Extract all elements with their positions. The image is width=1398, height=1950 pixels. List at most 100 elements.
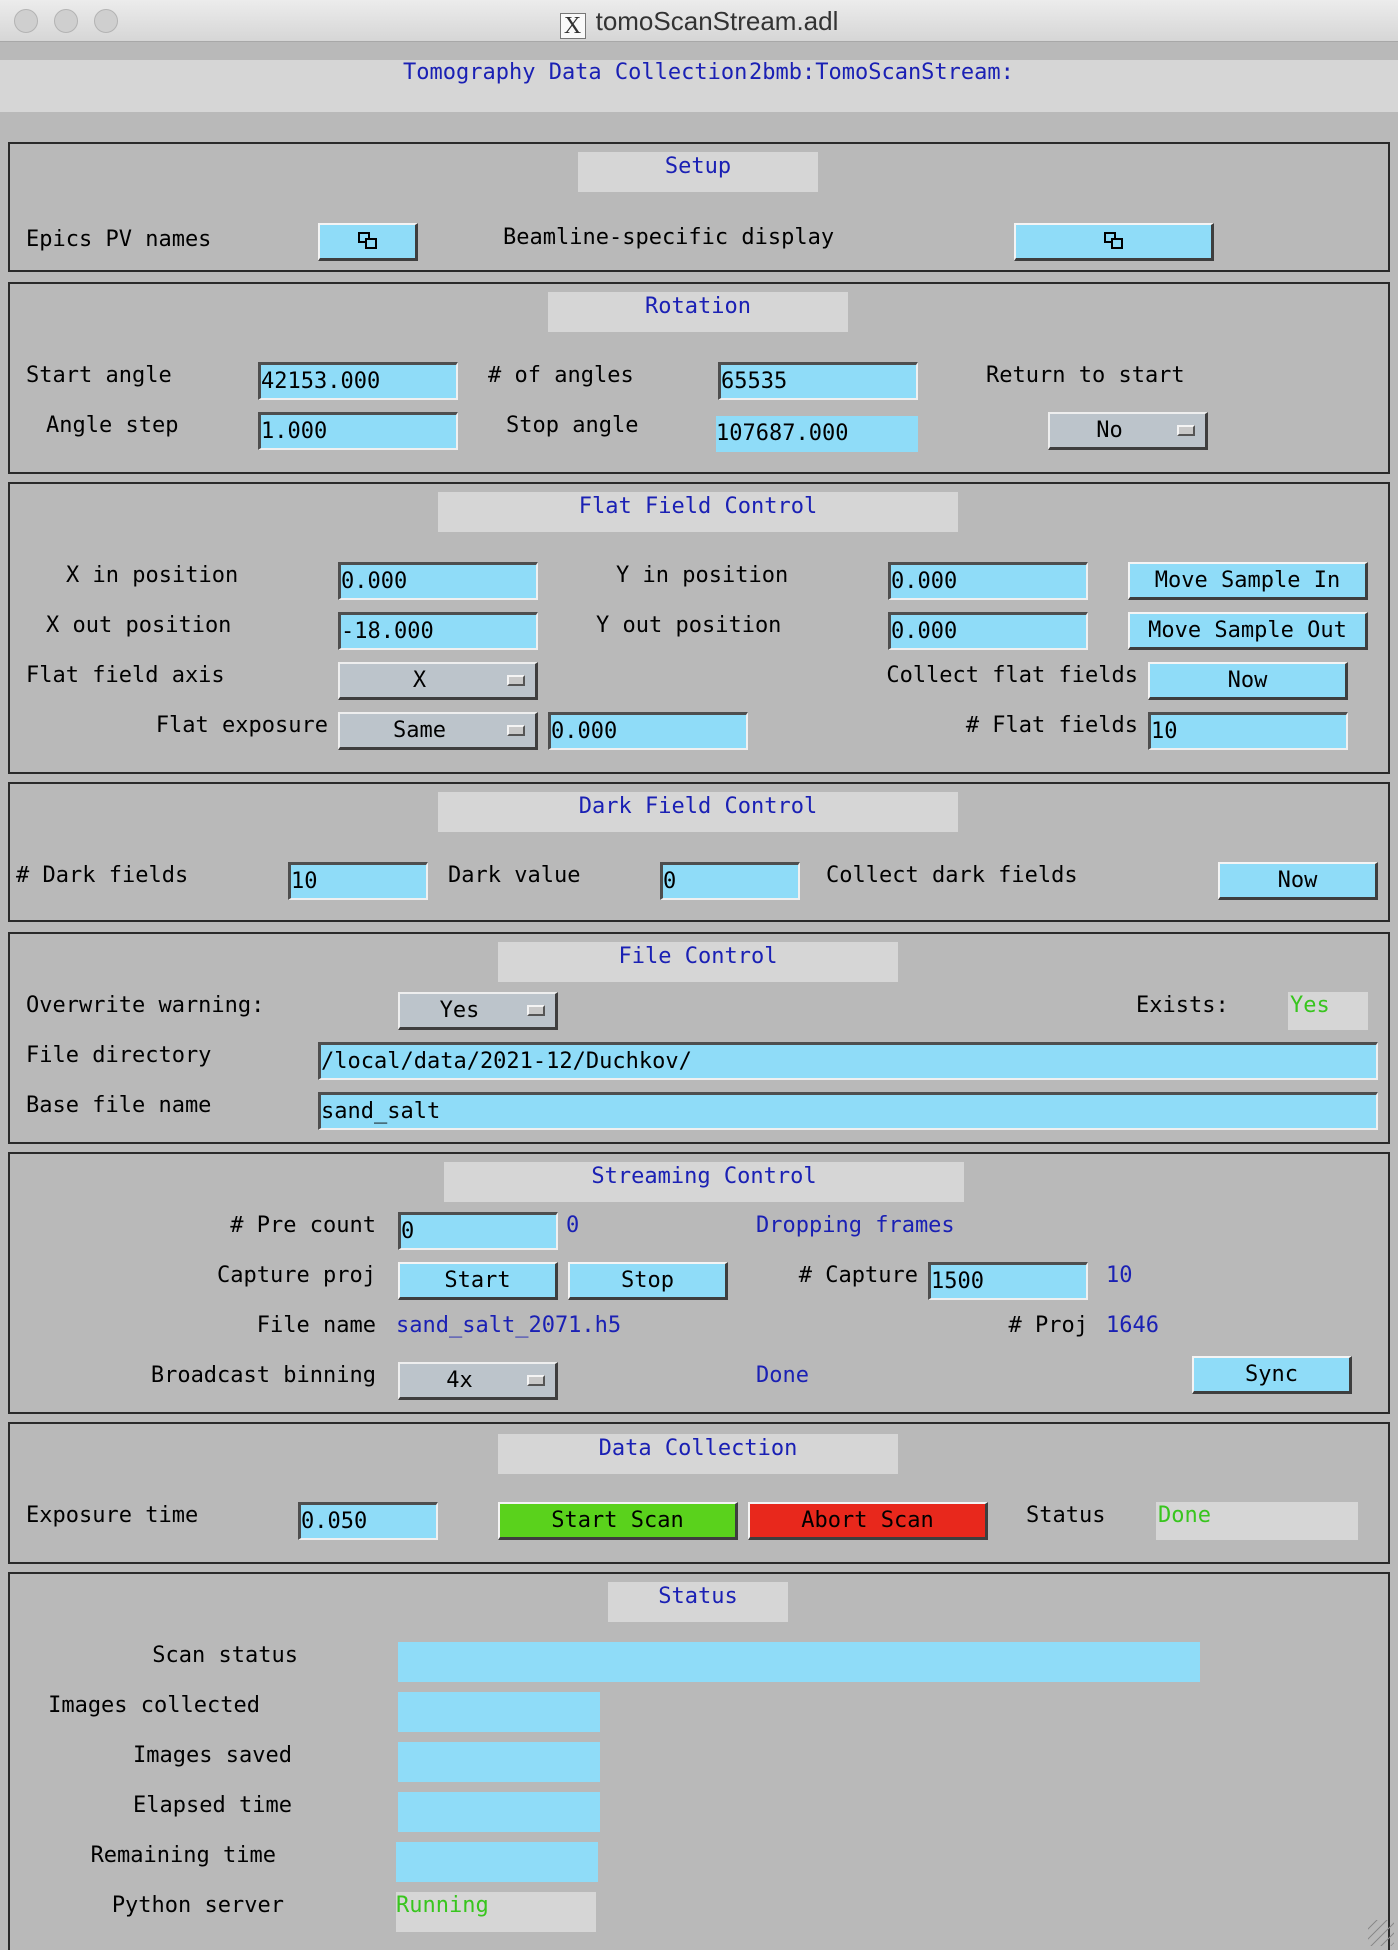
return-to-start-label: Return to start (986, 363, 1185, 388)
elapsed-time-readback (398, 1792, 600, 1832)
x-out-input[interactable]: -18.000 (338, 612, 538, 650)
exposure-time-label: Exposure time (26, 1503, 199, 1528)
precount-input[interactable]: 0 (398, 1212, 558, 1250)
related-display-icon (1103, 232, 1124, 250)
y-out-label: Y out position (596, 613, 782, 638)
flat-axis-menu[interactable]: X (338, 662, 538, 700)
related-display-icon (357, 232, 378, 250)
x-in-input[interactable]: 0.000 (338, 562, 538, 600)
broadcast-binning-menu[interactable]: 4x (398, 1362, 558, 1400)
menu-indicator-icon (1177, 425, 1195, 436)
precount-label: # Pre count (230, 1213, 376, 1238)
resize-grip-icon[interactable] (1368, 1920, 1394, 1946)
dark-value-input[interactable]: 0 (660, 862, 800, 900)
dropping-frames-status: Dropping frames (756, 1213, 955, 1238)
images-collected-label: Images collected (48, 1693, 260, 1718)
rotation-title: Rotation (548, 292, 848, 332)
menu-indicator-icon (507, 675, 525, 686)
return-to-start-value: No (1096, 418, 1123, 443)
num-flat-input[interactable]: 10 (1148, 712, 1348, 750)
sync-button[interactable]: Sync (1192, 1356, 1352, 1394)
x-out-label: X out position (46, 613, 232, 638)
exists-label: Exists: (1136, 993, 1229, 1018)
remaining-time-readback (396, 1842, 598, 1882)
return-to-start-menu[interactable]: No (1048, 412, 1208, 450)
dark-value-label: Dark value (448, 863, 581, 888)
stop-angle-label: Stop angle (506, 413, 639, 438)
flat-exposure-menu[interactable]: Same (338, 712, 538, 750)
abort-scan-button[interactable]: Abort Scan (748, 1502, 988, 1540)
flat-exposure-input[interactable]: 0.000 (548, 712, 748, 750)
num-angles-input[interactable]: 65535 (718, 362, 918, 400)
python-server-label: Python server (111, 1893, 284, 1918)
menu-indicator-icon (527, 1005, 545, 1016)
file-directory-label: File directory (26, 1043, 212, 1068)
base-file-name-input[interactable]: sand_salt (318, 1092, 1378, 1130)
broadcast-binning-value: 4x (446, 1368, 473, 1393)
images-collected-readback (398, 1692, 600, 1732)
capture-stop-button[interactable]: Stop (568, 1262, 728, 1300)
collect-flat-now-button[interactable]: Now (1148, 662, 1348, 700)
epics-pv-names-button[interactable] (318, 223, 418, 261)
move-sample-out-button[interactable]: Move Sample Out (1128, 612, 1368, 650)
num-capture-input[interactable]: 1500 (928, 1262, 1088, 1300)
capture-start-button[interactable]: Start (398, 1262, 558, 1300)
elapsed-time-label: Elapsed time (133, 1793, 292, 1818)
flat-axis-value: X (412, 668, 427, 693)
collect-dark-now-button[interactable]: Now (1218, 862, 1378, 900)
pv-prefix: 2bmb:TomoScanStream: (749, 60, 1014, 85)
images-saved-label: Images saved (133, 1743, 292, 1768)
beamline-display-button[interactable] (1014, 223, 1214, 261)
y-out-input[interactable]: 0.000 (888, 612, 1088, 650)
screen-title: Tomography Data Collection (403, 60, 748, 85)
overwrite-warning-menu[interactable]: Yes (398, 992, 558, 1030)
y-in-input[interactable]: 0.000 (888, 562, 1088, 600)
window-titlebar[interactable]: XtomoScanStream.adl (0, 0, 1398, 42)
precount-readback: 0 (566, 1213, 580, 1238)
move-sample-in-button[interactable]: Move Sample In (1128, 562, 1368, 600)
overwrite-warning-value: Yes (439, 998, 480, 1023)
stop-angle-readback: 107687.000 (716, 416, 918, 452)
flat-axis-label: Flat field axis (26, 663, 225, 688)
binning-status: Done (756, 1363, 809, 1388)
num-dark-label: # Dark fields (16, 863, 189, 888)
window-title-text: tomoScanStream.adl (595, 6, 839, 36)
exposure-time-input[interactable]: 0.050 (298, 1502, 438, 1540)
num-capture-label: # Capture (798, 1263, 918, 1288)
dark-field-title: Dark Field Control (438, 792, 958, 832)
exists-value: Yes (1288, 992, 1368, 1030)
epics-pv-names-label: Epics PV names (26, 227, 212, 252)
file-name-readback: sand_salt_2071.h5 (396, 1313, 622, 1338)
streaming-control-title: Streaming Control (444, 1162, 964, 1202)
num-angles-label: # of angles (488, 363, 634, 388)
base-file-name-label: Base file name (26, 1093, 212, 1118)
status-title: Status (608, 1582, 788, 1622)
capture-proj-label: Capture proj (217, 1263, 376, 1288)
scan-status-readback (398, 1642, 1200, 1682)
start-scan-button[interactable]: Start Scan (498, 1502, 738, 1540)
num-dark-input[interactable]: 10 (288, 862, 428, 900)
window-title: XtomoScanStream.adl (0, 6, 1398, 39)
x11-icon: X (559, 13, 586, 39)
num-capture-readback: 10 (1106, 1263, 1133, 1288)
num-proj-readback: 1646 (1106, 1313, 1159, 1338)
y-in-label: Y in position (616, 563, 789, 588)
file-directory-input[interactable]: /local/data/2021-12/Duchkov/ (318, 1042, 1378, 1080)
menu-indicator-icon (527, 1375, 545, 1386)
num-proj-label: # Proj (1008, 1313, 1088, 1338)
start-angle-label: Start angle (26, 363, 172, 388)
scan-status-label: Scan status (152, 1643, 298, 1668)
flat-exposure-label: Flat exposure (155, 713, 328, 738)
menu-indicator-icon (507, 725, 525, 736)
beamline-display-label: Beamline-specific display (503, 225, 835, 250)
flat-exposure-mode: Same (393, 718, 446, 743)
images-saved-readback (398, 1742, 600, 1782)
x-in-label: X in position (66, 563, 239, 588)
flat-field-title: Flat Field Control (438, 492, 958, 532)
collect-dark-label: Collect dark fields (826, 863, 1078, 888)
broadcast-binning-label: Broadcast binning (150, 1363, 376, 1388)
angle-step-input[interactable]: 1.000 (258, 412, 458, 450)
num-flat-label: # Flat fields (965, 713, 1138, 738)
start-angle-input[interactable]: 42153.000 (258, 362, 458, 400)
remaining-time-label: Remaining time (90, 1843, 276, 1868)
